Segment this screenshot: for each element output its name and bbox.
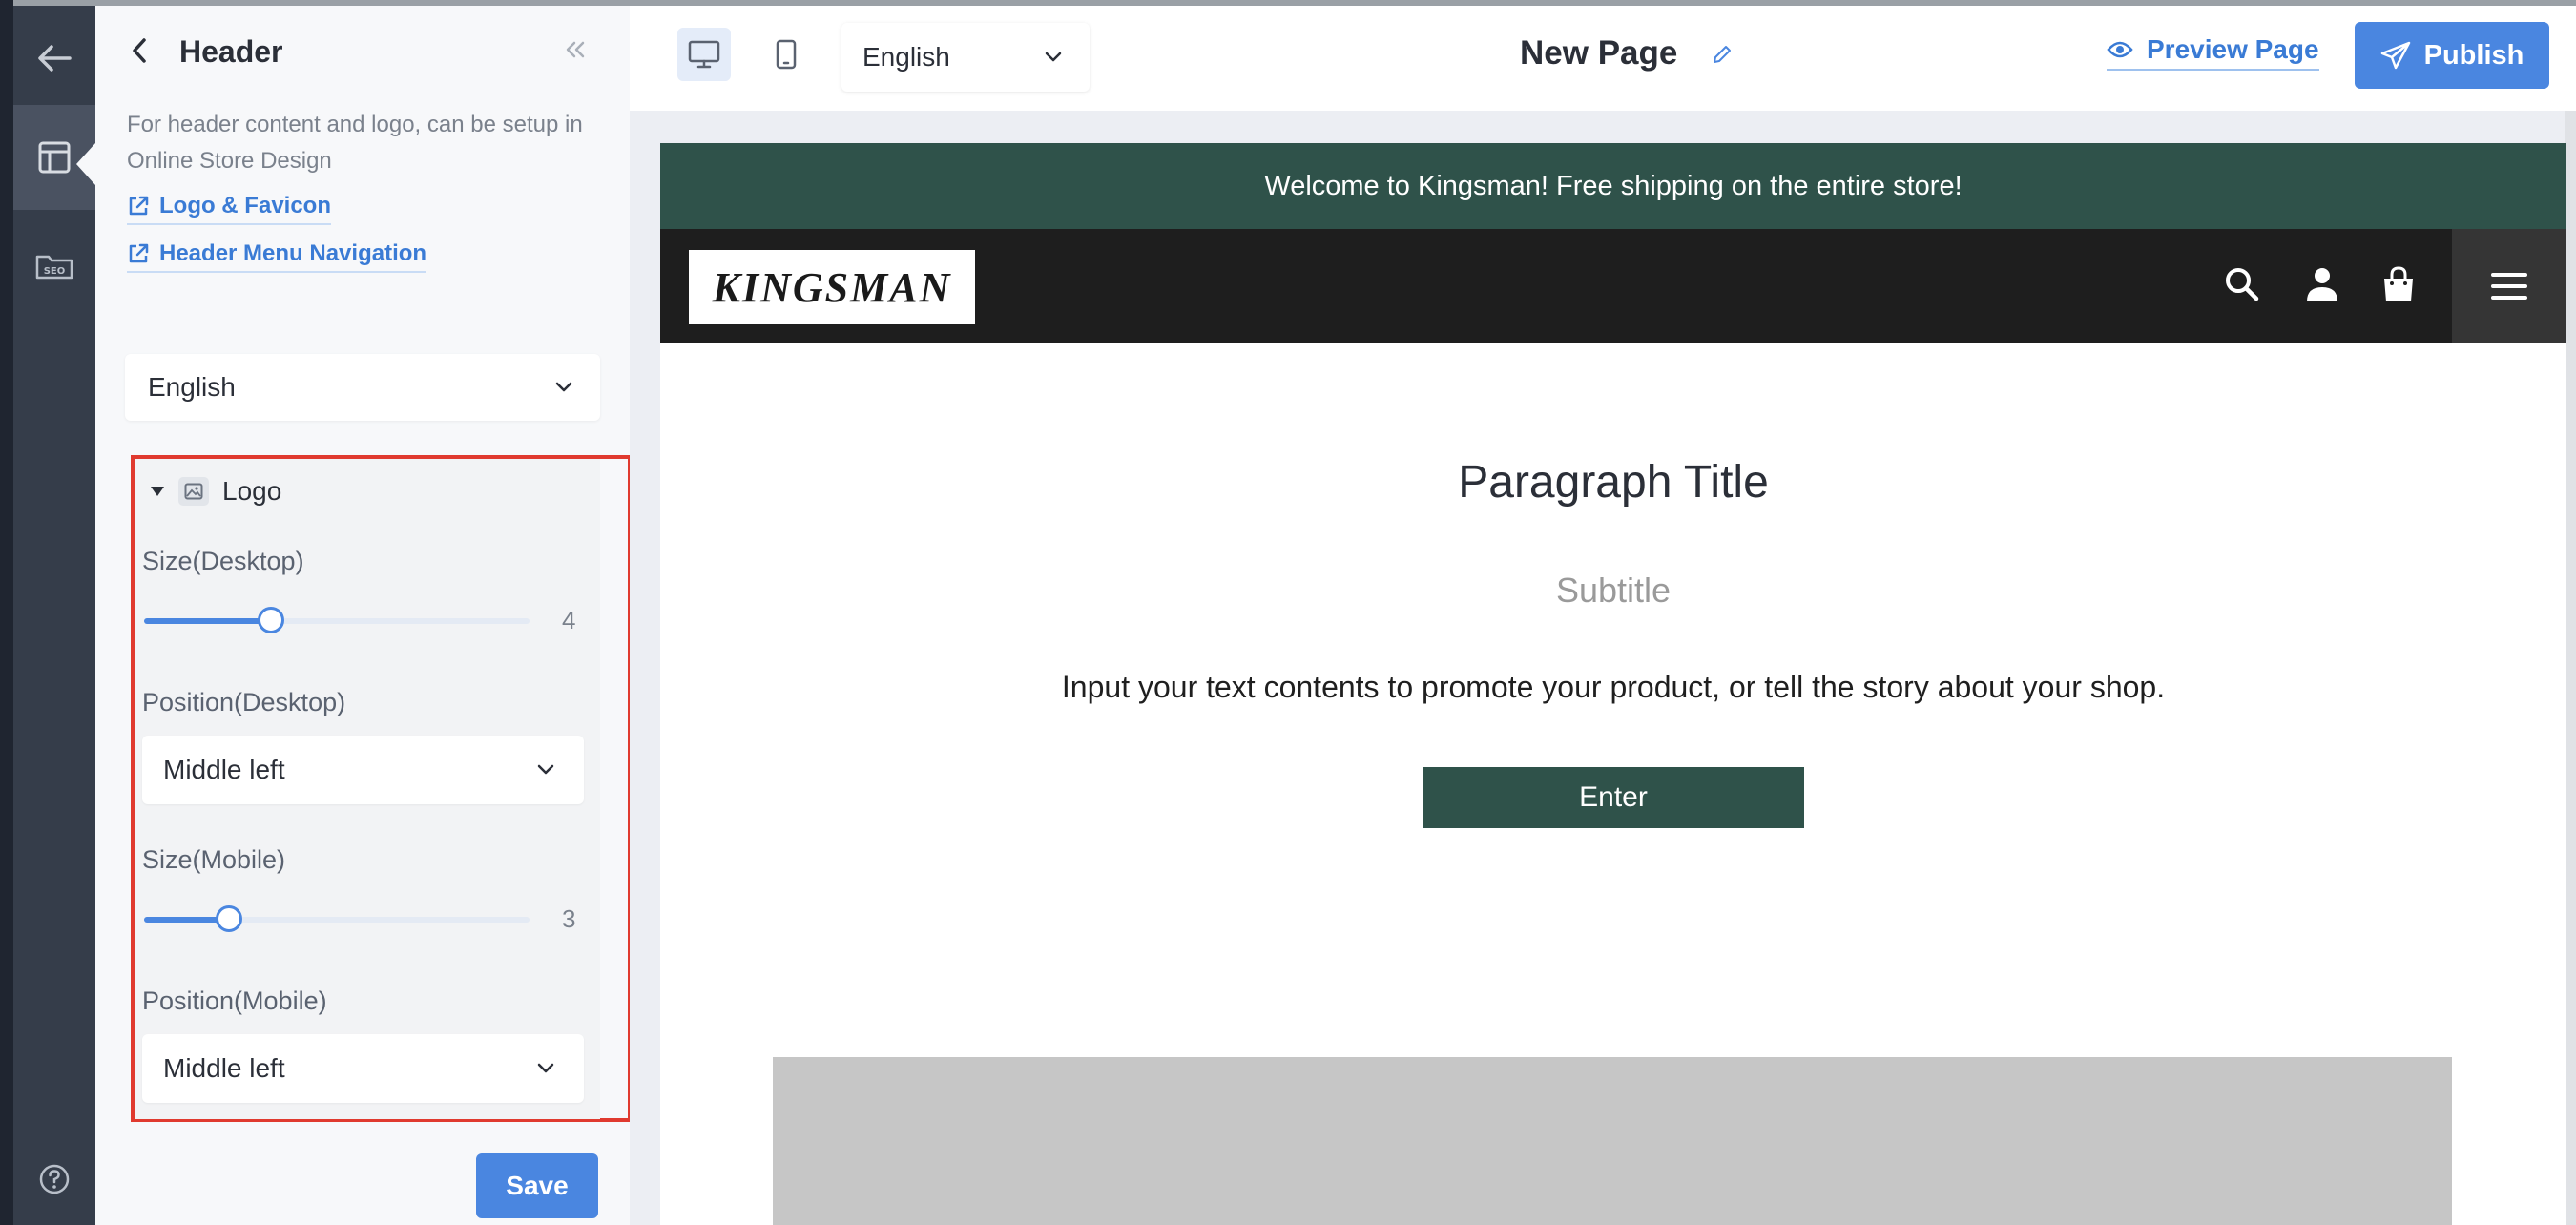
panel-language-value: English — [148, 372, 236, 402]
seo-icon: SEO — [35, 255, 73, 280]
logo-favicon-link-label: Logo & Favicon — [159, 193, 331, 218]
paragraph-subtitle[interactable]: Subtitle — [660, 571, 2566, 611]
size-desktop-label: Size(Desktop) — [142, 547, 304, 575]
logo-section-toggle[interactable]: Logo — [150, 476, 281, 507]
size-mobile-slider[interactable] — [144, 905, 530, 932]
desktop-view-button[interactable] — [677, 28, 731, 81]
image-icon — [178, 477, 209, 506]
desktop-icon — [688, 40, 720, 69]
store-menu-button[interactable] — [2452, 229, 2566, 343]
settings-panel: Header For header content and logo, can … — [95, 6, 632, 1225]
position-mobile-label: Position(Mobile) — [142, 986, 327, 1015]
layout-icon — [38, 141, 71, 174]
toolbar-language-value: English — [862, 42, 950, 72]
position-desktop-value: Middle left — [163, 755, 285, 784]
arrow-left-icon — [38, 45, 72, 72]
panel-description: For header content and logo, can be setu… — [127, 112, 583, 174]
external-link-icon — [129, 243, 149, 263]
publish-button[interactable]: Publish — [2355, 22, 2549, 89]
publish-label: Publish — [2423, 39, 2524, 71]
active-item-pointer — [76, 143, 95, 185]
mobile-view-button[interactable] — [759, 28, 813, 81]
size-mobile-label: Size(Mobile) — [142, 845, 286, 874]
paragraph-body[interactable]: Input your text contents to promote your… — [660, 670, 2566, 705]
size-mobile-slider-handle[interactable] — [215, 905, 242, 932]
mobile-icon — [776, 39, 797, 70]
size-desktop-slider[interactable] — [144, 607, 530, 633]
external-link-icon — [129, 196, 149, 216]
enter-button[interactable]: Enter — [1423, 767, 1804, 828]
user-icon — [2307, 268, 2337, 301]
announcement-bar[interactable]: Welcome to Kingsman! Free shipping on th… — [660, 143, 2566, 229]
position-desktop-select[interactable]: Middle left — [142, 736, 584, 804]
edit-page-name-button[interactable] — [1711, 43, 1734, 71]
size-desktop-slider-handle[interactable] — [258, 607, 285, 633]
size-mobile-value: 3 — [562, 904, 576, 933]
logo-favicon-link[interactable]: Logo & Favicon — [127, 193, 331, 225]
back-button[interactable] — [13, 6, 95, 111]
double-chevron-left-icon — [566, 41, 585, 58]
position-mobile-select[interactable]: Middle left — [142, 1034, 584, 1103]
header-menu-navigation-link[interactable]: Header Menu Navigation — [127, 240, 427, 273]
collapse-panel-button[interactable] — [565, 40, 586, 64]
paragraph-title[interactable]: Paragraph Title — [660, 456, 2566, 509]
panel-title: Header — [179, 34, 283, 69]
store-account-button[interactable] — [2303, 265, 2341, 308]
panel-language-select[interactable]: English — [125, 354, 600, 421]
store-cart-button[interactable] — [2379, 265, 2418, 308]
logo-section-title: Logo — [222, 476, 282, 506]
logo-settings-highlight: Logo Size(Desktop) 4 Position(Desktop) M… — [131, 455, 632, 1122]
caret-down-icon — [151, 487, 164, 496]
store-logo[interactable]: KINGSMAN — [689, 250, 975, 324]
chevron-down-icon — [1045, 52, 1062, 62]
toolbar-language-select[interactable]: English — [841, 23, 1090, 92]
panel-back-button[interactable] — [130, 36, 149, 70]
pencil-icon — [1714, 46, 1731, 63]
preview-page-link[interactable]: Preview Page — [2107, 34, 2319, 71]
help-button[interactable] — [13, 1132, 95, 1225]
hamburger-menu-icon — [2491, 273, 2527, 300]
eye-icon — [2107, 41, 2133, 58]
enter-button-label: Enter — [1579, 781, 1648, 813]
editor-toolbar: English New Page Preview Page Publish — [630, 6, 2576, 111]
save-button[interactable]: Save — [476, 1153, 598, 1218]
chevron-down-icon — [555, 382, 572, 392]
rail-item-seo[interactable]: SEO — [13, 214, 95, 319]
preview-page-label: Preview Page — [2147, 34, 2319, 64]
chevron-left-icon — [133, 38, 146, 63]
store-header[interactable]: KINGSMAN — [660, 229, 2566, 343]
image-placeholder[interactable] — [773, 1057, 2452, 1225]
store-search-button[interactable] — [2223, 265, 2261, 308]
chevron-down-icon — [537, 1063, 554, 1073]
size-desktop-slider-fill — [144, 618, 272, 624]
header-menu-navigation-link-label: Header Menu Navigation — [159, 240, 427, 266]
search-icon — [2226, 268, 2259, 301]
window-edge — [0, 0, 13, 1225]
shopping-bag-icon — [2384, 266, 2413, 301]
paper-plane-icon — [2380, 41, 2410, 70]
page-preview: Welcome to Kingsman! Free shipping on th… — [660, 143, 2566, 1225]
page-title: New Page — [1520, 34, 1678, 72]
logo-settings-section: Logo Size(Desktop) 4 Position(Desktop) M… — [135, 459, 600, 1119]
position-desktop-label: Position(Desktop) — [142, 688, 346, 716]
position-mobile-value: Middle left — [163, 1053, 285, 1083]
svg-text:SEO: SEO — [44, 266, 66, 277]
announcement-text: Welcome to Kingsman! Free shipping on th… — [1264, 170, 1963, 201]
help-circle-icon — [39, 1164, 70, 1194]
size-desktop-value: 4 — [562, 606, 576, 634]
left-rail: SEO — [13, 6, 95, 1225]
chevron-down-icon — [537, 764, 554, 775]
